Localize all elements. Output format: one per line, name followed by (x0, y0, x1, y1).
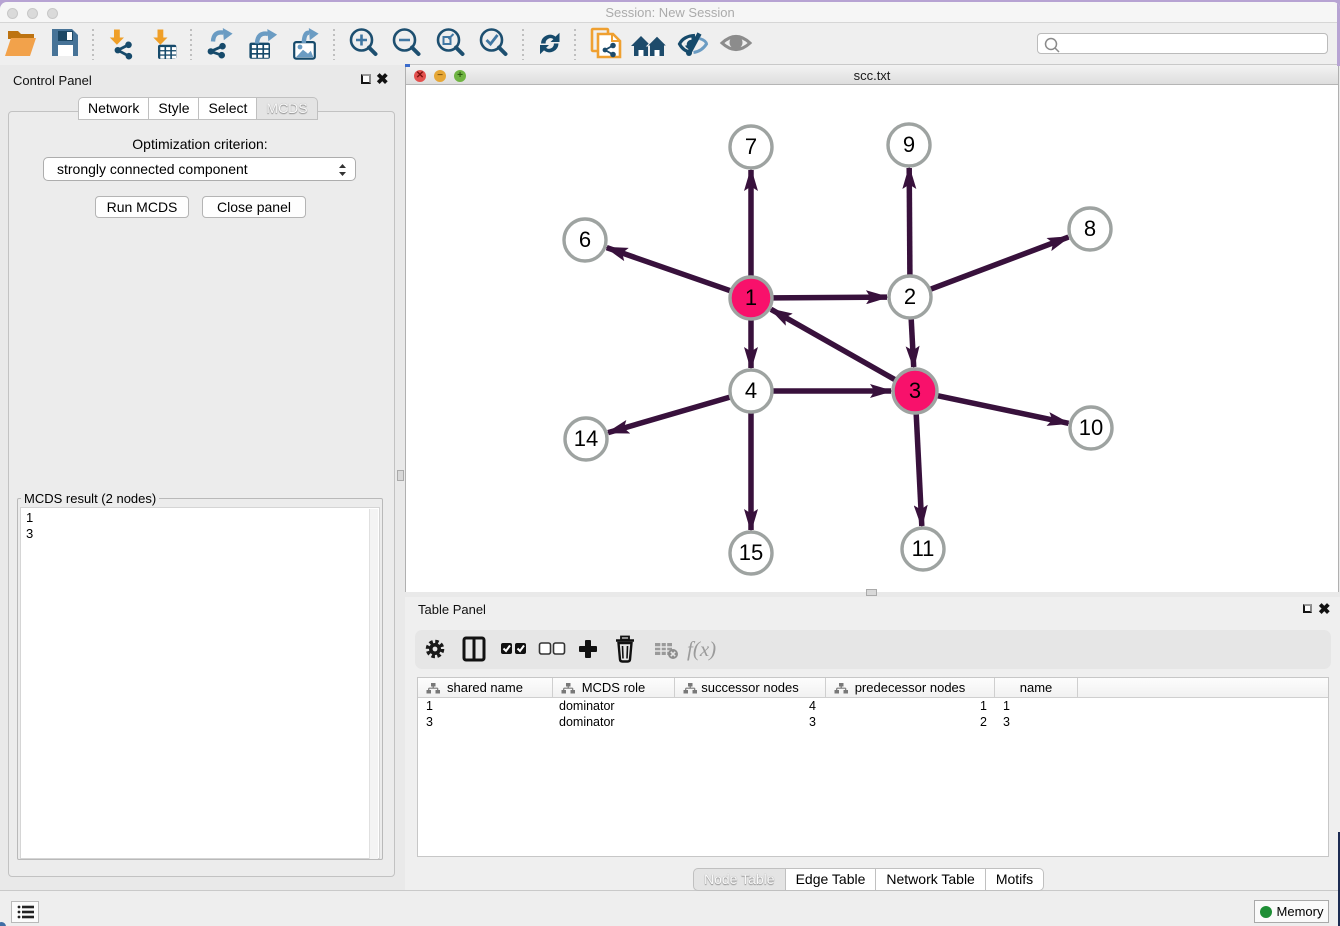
svg-text:10: 10 (1079, 415, 1103, 440)
svg-text:11: 11 (912, 536, 935, 561)
svg-text:9: 9 (903, 132, 915, 157)
svg-text:15: 15 (739, 540, 763, 565)
svg-text:f(x): f(x) (687, 637, 716, 661)
svg-text:6: 6 (579, 227, 591, 252)
svg-text:14: 14 (574, 426, 598, 451)
svg-text:4: 4 (745, 378, 757, 403)
svg-text:8: 8 (1084, 216, 1096, 241)
svg-text:1: 1 (745, 285, 757, 310)
svg-text:3: 3 (909, 378, 921, 403)
svg-text:2: 2 (904, 284, 916, 309)
svg-text:7: 7 (745, 134, 757, 159)
